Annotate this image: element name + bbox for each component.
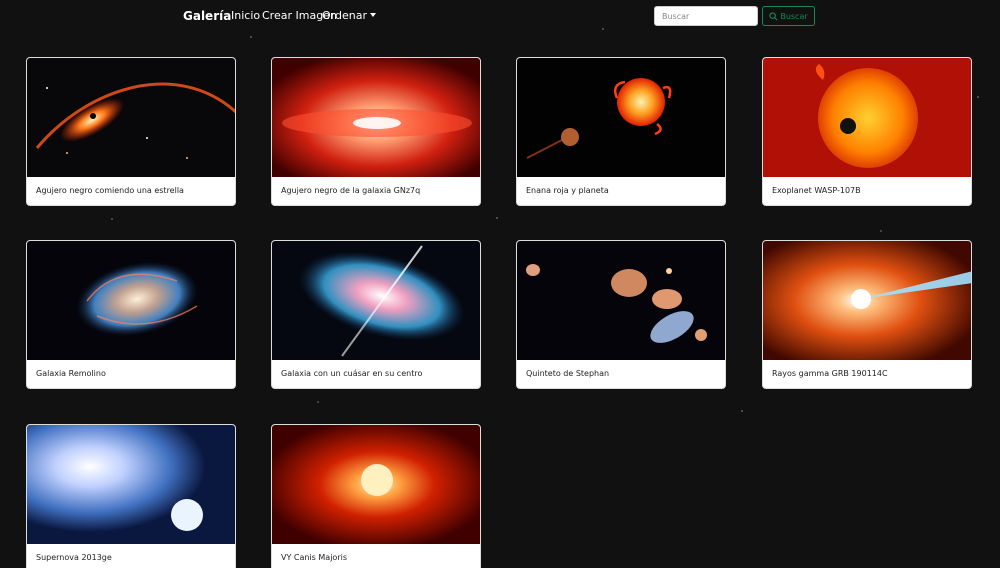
gallery-card[interactable]: Exoplanet WASP-107B <box>762 57 972 206</box>
card-image-whirlpool[interactable] <box>27 241 235 360</box>
caret-down-icon <box>369 13 376 17</box>
card-title: Galaxia con un cuásar en su centro <box>281 369 423 378</box>
gallery-card[interactable]: Supernova 2013ge <box>26 424 236 568</box>
card-title: Enana roja y planeta <box>526 186 609 195</box>
card-image-supernova[interactable] <box>27 425 235 544</box>
nav-inicio-link[interactable]: Inicio <box>231 9 260 22</box>
card-image-grb[interactable] <box>763 241 971 360</box>
card-title: Quinteto de Stephan <box>526 369 610 378</box>
gallery-card[interactable]: Enana roja y planeta <box>516 57 726 206</box>
gallery-card[interactable]: Agujero negro comiendo una estrella <box>26 57 236 206</box>
card-image-wasp-107b[interactable] <box>763 58 971 177</box>
card-title: Rayos gamma GRB 190114C <box>772 369 888 378</box>
gallery-card[interactable]: VY Canis Majoris <box>271 424 481 568</box>
card-image-stephan-quintet[interactable] <box>517 241 725 360</box>
card-image-vy-canis-majoris[interactable] <box>272 425 480 544</box>
card-title: Supernova 2013ge <box>36 553 112 562</box>
card-title: Galaxia Remolino <box>36 369 106 378</box>
card-image-black-hole-star[interactable] <box>27 58 235 177</box>
search-icon <box>769 11 778 20</box>
card-image-gnz7q[interactable] <box>272 58 480 177</box>
gallery-card[interactable]: Agujero negro de la galaxia GNz7q <box>271 57 481 206</box>
gallery-card[interactable]: Quinteto de Stephan <box>516 240 726 389</box>
gallery-card[interactable]: Rayos gamma GRB 190114C <box>762 240 972 389</box>
search-input[interactable] <box>654 6 758 26</box>
card-title: Exoplanet WASP-107B <box>772 186 861 195</box>
navbar: Galería Inicio Crear Imagen Ordenar Busc… <box>0 0 1000 34</box>
card-title: Agujero negro comiendo una estrella <box>36 186 184 195</box>
brand-link[interactable]: Galería <box>183 9 231 23</box>
search-button-label: Buscar <box>780 11 808 21</box>
gallery-card[interactable]: Galaxia con un cuásar en su centro <box>271 240 481 389</box>
card-title: Agujero negro de la galaxia GNz7q <box>281 186 421 195</box>
nav-ordenar-dropdown[interactable]: Ordenar <box>322 9 376 22</box>
card-image-red-dwarf[interactable] <box>517 58 725 177</box>
gallery-card[interactable]: Galaxia Remolino <box>26 240 236 389</box>
card-title: VY Canis Majoris <box>281 553 347 562</box>
card-image-quasar-galaxy[interactable] <box>272 241 480 360</box>
search-button[interactable]: Buscar <box>762 6 815 26</box>
ordenar-label: Ordenar <box>322 9 367 22</box>
